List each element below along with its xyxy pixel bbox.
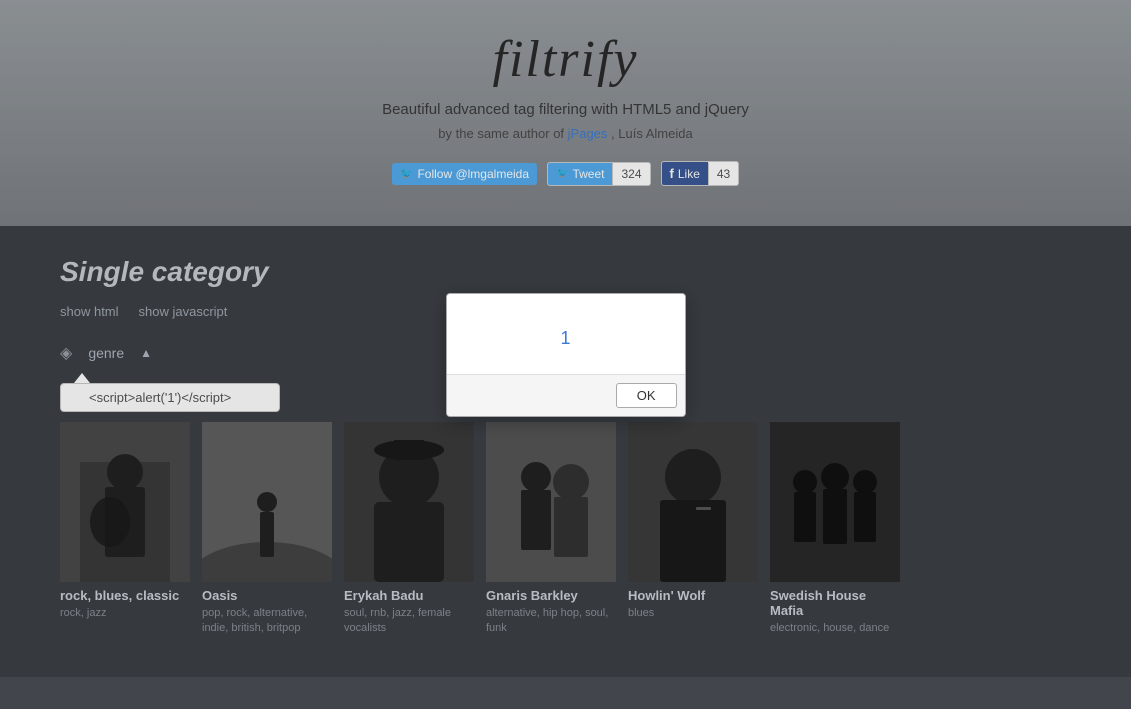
dialog-buttons: OK [447,375,685,416]
dialog-value: 1 [560,328,570,349]
dialog-content: 1 [447,294,685,374]
alert-dialog: 1 OK [446,293,686,417]
dialog-overlay: 1 OK [0,0,1131,709]
dialog-ok-button[interactable]: OK [616,383,677,408]
